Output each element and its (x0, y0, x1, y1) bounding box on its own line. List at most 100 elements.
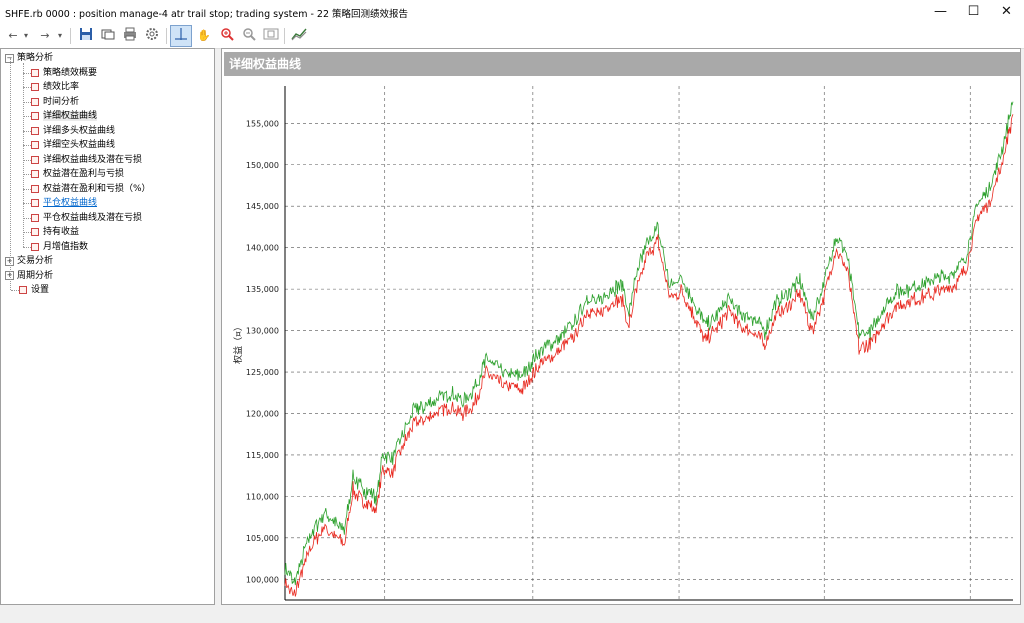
maximize-button[interactable]: ☐ (957, 0, 990, 24)
tree-connector (23, 232, 31, 233)
zoom-in-icon[interactable] (218, 27, 236, 45)
tree-item-label: 策略绩效概要 (43, 67, 98, 78)
tree-connector (23, 130, 31, 132)
y-tick-label: 110,000 (246, 492, 279, 501)
tree-connector (23, 63, 24, 247)
y-axis-label: 权益（¤） (232, 322, 244, 364)
tree-item-label: 平仓权益曲线及潜在亏损 (43, 212, 143, 223)
tree-item[interactable]: 权益潜在盈利和亏损（%） (31, 182, 151, 196)
tree-item-label: 月增值指数 (43, 241, 89, 252)
tree-item-label: 设置 (31, 285, 50, 295)
series-line-low (284, 114, 1014, 597)
tree-connector (23, 217, 31, 219)
tree-item[interactable]: 平仓权益曲线及潜在亏损 (31, 211, 142, 225)
chart-icon (31, 213, 39, 222)
y-tick-label: 150,000 (246, 161, 279, 170)
tree-item[interactable]: 详细空头权益曲线 (31, 138, 115, 152)
back-arrow-icon[interactable]: ← (4, 27, 22, 45)
panel-title: 详细权益曲线 (224, 52, 1020, 76)
tree-group-label: 周期分析 (17, 270, 54, 281)
chart-icon (31, 228, 39, 236)
tree-connector (23, 72, 31, 74)
tree-item-label: 详细权益曲线 (43, 111, 98, 121)
window-title: SHFE.rb 0000 : position manage-4 atr tra… (5, 9, 409, 20)
tree-connector (23, 116, 31, 117)
y-tick-label: 155,000 (246, 119, 279, 128)
tree-group-label: 策略分析 (17, 53, 54, 63)
toolbar-separator (166, 28, 167, 44)
tree-connector (23, 246, 31, 248)
tree-group[interactable]: − 策略分析 (5, 51, 53, 65)
y-tick-label: 115,000 (246, 451, 279, 460)
tree-item-label: 详细多头权益曲线 (43, 125, 116, 136)
tree-connector (23, 203, 31, 204)
dropdown-icon[interactable]: ▾ (21, 27, 31, 45)
chart-icon (31, 184, 39, 193)
crosshair-icon[interactable] (170, 25, 192, 47)
dropdown-icon[interactable]: ▾ (55, 27, 65, 45)
tree-item[interactable]: 月增值指数 (31, 240, 88, 254)
minimize-button[interactable]: — (924, 0, 957, 24)
copy-icon[interactable] (99, 27, 117, 45)
tree-connector (10, 58, 11, 290)
hand-icon[interactable]: ✋ (195, 27, 213, 45)
tree-item-label: 时间分析 (43, 96, 80, 107)
tree-item-label: 详细权益曲线及潜在亏损 (43, 154, 143, 165)
tree-item[interactable]: 详细权益曲线 (31, 109, 98, 123)
table-icon (31, 83, 39, 91)
tree-item[interactable]: 平仓权益曲线 (31, 196, 97, 210)
settings-table-icon (19, 286, 27, 294)
table-icon (31, 97, 39, 106)
toolbar-separator (284, 28, 285, 44)
toolbar-separator (70, 28, 71, 44)
table-icon (31, 68, 39, 77)
chart-icon (31, 112, 39, 120)
y-tick-label: 130,000 (246, 327, 279, 336)
y-tick-label: 100,000 (246, 575, 279, 584)
tree-item-label: 权益潜在盈利与亏损 (43, 169, 125, 179)
settings-icon[interactable] (143, 27, 161, 45)
chart-icon (31, 199, 39, 207)
save-icon[interactable] (77, 27, 95, 45)
tree-item[interactable]: 详细多头权益曲线 (31, 124, 115, 138)
tree-connector (23, 145, 31, 146)
tree-connector (23, 87, 31, 88)
tree-item-label: 权益潜在盈利和亏损（%） (43, 183, 151, 194)
tree-group-label: 交易分析 (17, 256, 54, 266)
tree-connector (23, 101, 31, 103)
toolbar: ← ▾ → ▾ ✋ (0, 24, 1024, 49)
equity-chart[interactable]: 100,000 105,000 110,000 115,000 120,000 125,0… (222, 78, 1020, 603)
tree-connector (23, 159, 31, 161)
zoom-out-icon[interactable] (240, 27, 258, 45)
chart-icon (31, 155, 39, 164)
tree-item-label: 持有收益 (43, 227, 80, 237)
y-tick-label: 125,000 (246, 368, 279, 377)
navigation-tree: − 策略分析策略绩效概要 绩效比率时间分析详细权益曲线详细多头权益曲线 详细空头权益曲… (0, 48, 215, 605)
series-line-high (284, 101, 1014, 586)
tree-item-label: 详细空头权益曲线 (43, 140, 116, 150)
y-tick-label: 145,000 (246, 202, 279, 211)
print-icon[interactable] (121, 27, 139, 45)
tree-item[interactable]: 详细权益曲线及潜在亏损 (31, 153, 142, 167)
tree-group[interactable]: + 交易分析 (5, 254, 53, 268)
chart-icon (31, 141, 39, 149)
y-tick-label: 120,000 (246, 409, 279, 418)
tree-item[interactable]: 时间分析 (31, 95, 79, 109)
tree-item-label: 平仓权益曲线 (43, 198, 98, 208)
chart-type-icon[interactable] (290, 27, 308, 45)
tree-item[interactable]: 策略绩效概要 (31, 66, 97, 80)
tree-item[interactable]: 绩效比率 (31, 80, 79, 94)
window-titlebar: SHFE.rb 0000 : position manage-4 atr tra… (0, 0, 1024, 24)
close-button[interactable]: ✕ (990, 0, 1023, 24)
tree-item[interactable]: 权益潜在盈利与亏损 (31, 167, 124, 181)
tree-connector (11, 290, 19, 291)
tree-item-settings[interactable]: 设置 (19, 283, 49, 297)
forward-arrow-icon[interactable]: → (36, 27, 54, 45)
tree-group[interactable]: + 周期分析 (5, 269, 53, 283)
y-tick-label: 105,000 (246, 534, 279, 543)
y-tick-label: 135,000 (246, 285, 279, 294)
chart-icon (31, 126, 39, 135)
tree-item[interactable]: 持有收益 (31, 225, 79, 239)
tree-item-label: 绩效比率 (43, 82, 80, 92)
fit-icon[interactable] (262, 27, 280, 45)
